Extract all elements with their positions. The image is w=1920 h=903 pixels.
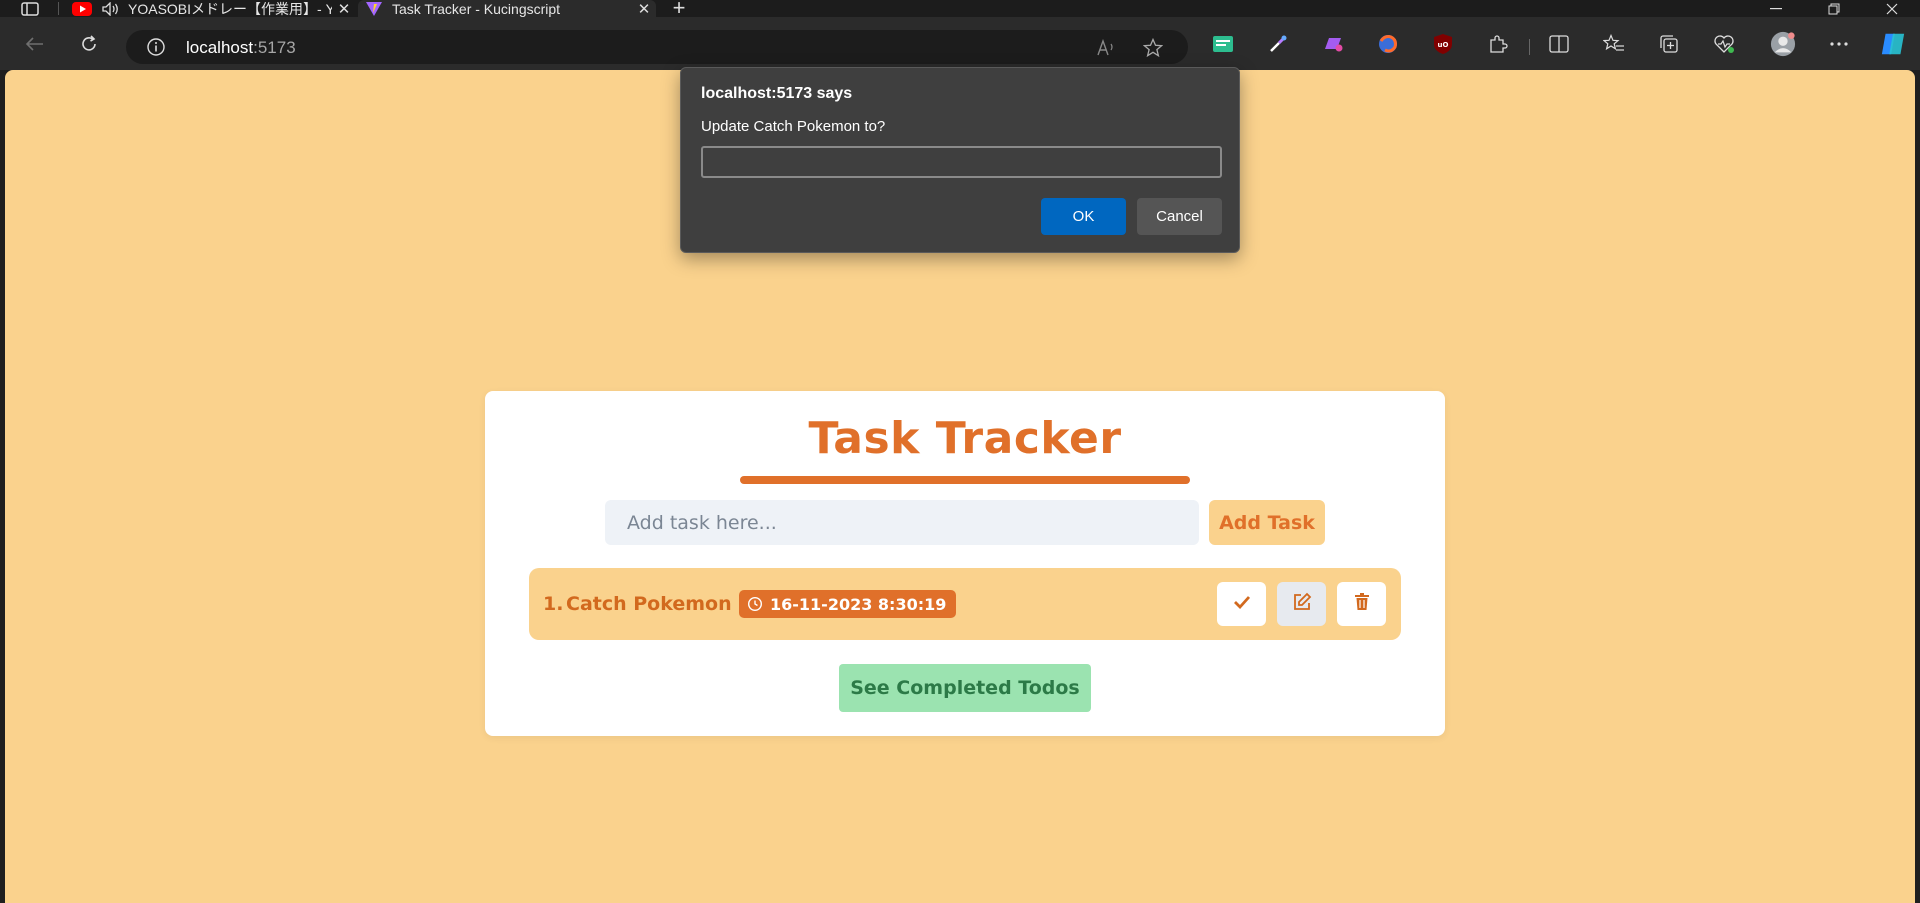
ublock-icon[interactable]: uO [1430, 31, 1456, 57]
edit-icon [1292, 592, 1312, 617]
extension-mail-icon[interactable] [1210, 31, 1236, 57]
add-task-button[interactable]: Add Task [1209, 500, 1325, 545]
tab-separator [58, 2, 59, 15]
dialog-title: localhost:5173 says [701, 85, 853, 102]
delete-task-button[interactable] [1337, 582, 1386, 626]
task-timestamp: 16-11-2023 8:30:19 [770, 594, 947, 614]
close-tab-icon[interactable]: ✕ [632, 0, 656, 18]
favorite-star-icon[interactable] [1142, 37, 1164, 59]
browser-toolbar: localhost:5173 uO [0, 17, 1920, 70]
collections-icon[interactable] [1656, 31, 1682, 57]
favorites-icon[interactable] [1601, 31, 1627, 57]
dialog-input[interactable] [701, 146, 1222, 178]
see-completed-todos-button[interactable]: See Completed Todos [839, 664, 1091, 712]
dialog-ok-button[interactable]: OK [1041, 198, 1126, 235]
address-port: :5173 [253, 38, 296, 57]
prompt-dialog: localhost:5173 says Update Catch Pokemon… [680, 67, 1240, 253]
site-info-icon[interactable] [146, 37, 166, 57]
svg-text:uO: uO [1438, 41, 1449, 49]
task-tracker-card: Task Tracker Add Task 1. Catch Pokemon 1… [485, 391, 1445, 736]
address-bar[interactable]: localhost:5173 [126, 30, 1188, 64]
title-underline [740, 476, 1190, 484]
browser-essentials-icon[interactable] [1711, 31, 1737, 57]
restore-button[interactable] [1806, 0, 1862, 17]
copilot-icon[interactable] [1880, 31, 1906, 57]
color-picker-icon[interactable] [1265, 31, 1291, 57]
address-host: localhost [186, 38, 254, 57]
page-title: Task Tracker [808, 413, 1122, 464]
vite-icon [364, 1, 384, 16]
tab-actions-icon[interactable] [18, 0, 42, 17]
clock-icon [747, 596, 763, 612]
read-aloud-icon[interactable] [1096, 37, 1118, 59]
tab-task-tracker[interactable]: Task Tracker - Kucingscript ✕ [358, 0, 656, 17]
new-tab-button[interactable]: + [666, 0, 692, 19]
task-row: 1. Catch Pokemon 16-11-2023 8:30:19 [529, 568, 1401, 640]
extensions-puzzle-icon[interactable] [1485, 31, 1511, 57]
task-number: 1. [543, 593, 564, 615]
close-tab-icon[interactable]: ✕ [332, 0, 356, 18]
split-screen-icon[interactable] [1546, 31, 1572, 57]
back-icon[interactable] [20, 29, 50, 59]
edit-task-button[interactable] [1277, 582, 1326, 626]
more-options-icon[interactable] [1826, 31, 1852, 57]
tab-label: Task Tracker - Kucingscript [392, 0, 561, 17]
address-url: localhost:5173 [186, 38, 296, 58]
close-window-button[interactable] [1864, 0, 1920, 17]
tab-youtube[interactable]: YOASOBIメドレー【作業用】- YouTube ✕ [66, 0, 356, 17]
complete-task-button[interactable] [1217, 582, 1266, 626]
task-input[interactable] [605, 500, 1199, 545]
speaker-icon[interactable] [100, 1, 122, 16]
extension-firefox-icon[interactable] [1375, 31, 1401, 57]
profile-avatar[interactable] [1770, 31, 1796, 57]
dialog-cancel-button[interactable]: Cancel [1137, 198, 1222, 235]
toolbar-divider [1529, 39, 1530, 55]
dialog-message: Update Catch Pokemon to? [701, 118, 886, 135]
minimize-button[interactable] [1748, 0, 1804, 17]
refresh-icon[interactable] [74, 29, 104, 59]
check-icon [1233, 595, 1251, 614]
browser-tab-bar: YOASOBIメドレー【作業用】- YouTube ✕ Task Tracker… [0, 0, 1920, 19]
tab-label: YOASOBIメドレー【作業用】- YouTube [128, 0, 332, 17]
task-timestamp-badge: 16-11-2023 8:30:19 [739, 590, 957, 618]
youtube-icon [72, 1, 92, 16]
task-text: Catch Pokemon [566, 593, 732, 615]
extension-purple-icon[interactable] [1320, 31, 1346, 57]
trash-icon [1354, 592, 1370, 616]
